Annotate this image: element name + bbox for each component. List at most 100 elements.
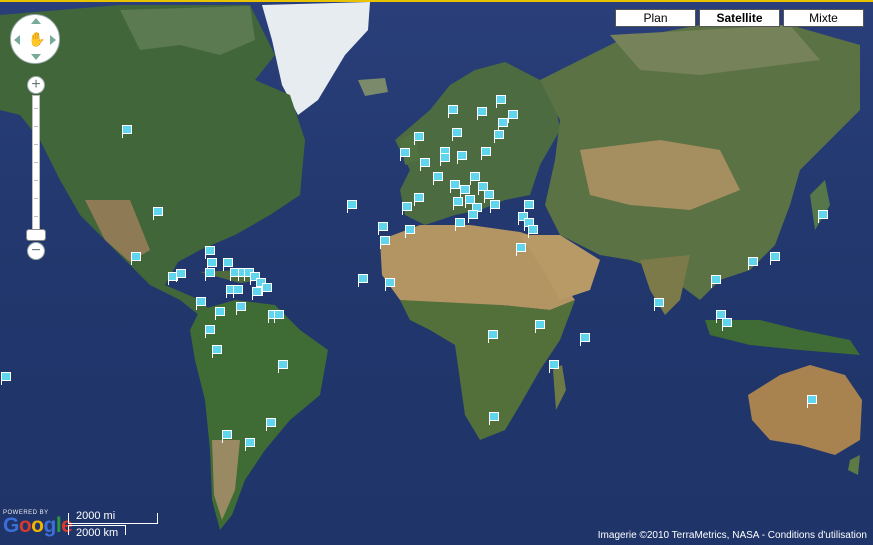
flag-marker-icon[interactable] (818, 210, 828, 223)
flag-cloth (275, 310, 284, 319)
flag-marker-icon[interactable] (358, 274, 368, 287)
flag-marker-icon[interactable] (266, 418, 276, 431)
zoom-tick (34, 180, 38, 181)
map-type-mixte-button[interactable]: Mixte (783, 9, 864, 27)
flag-marker-icon[interactable] (654, 298, 664, 311)
flag-marker-icon[interactable] (490, 200, 500, 213)
flag-marker-icon[interactable] (405, 225, 415, 238)
google-wordmark: Google (3, 515, 73, 536)
flag-cloth (381, 236, 390, 245)
flag-cloth (177, 269, 186, 278)
flag-cloth (489, 330, 498, 339)
flag-marker-icon[interactable] (580, 333, 590, 346)
flag-marker-icon[interactable] (196, 297, 206, 310)
zoom-tick (34, 198, 38, 199)
flag-cloth (550, 360, 559, 369)
flag-marker-icon[interactable] (440, 153, 450, 166)
flag-marker-icon[interactable] (153, 207, 163, 220)
new-zealand (848, 455, 860, 475)
flag-marker-icon[interactable] (252, 287, 262, 300)
zoom-out-button[interactable]: − (27, 242, 45, 260)
pan-right-icon[interactable] (50, 35, 56, 45)
flag-marker-icon[interactable] (481, 147, 491, 160)
flag-cloth (449, 105, 458, 114)
flag-marker-icon[interactable] (433, 172, 443, 185)
flag-marker-icon[interactable] (496, 95, 506, 108)
flag-marker-icon[interactable] (402, 202, 412, 215)
pan-left-icon[interactable] (14, 35, 20, 45)
flag-marker-icon[interactable] (400, 148, 410, 161)
flag-cloth (495, 130, 504, 139)
flag-marker-icon[interactable] (262, 283, 272, 296)
flag-marker-icon[interactable] (455, 218, 465, 231)
flag-cloth (461, 185, 470, 194)
flag-cloth (451, 180, 460, 189)
flag-marker-icon[interactable] (205, 268, 215, 281)
flag-marker-icon[interactable] (489, 412, 499, 425)
pan-up-icon[interactable] (31, 18, 41, 24)
google-logo[interactable]: POWERED BY Google (3, 510, 73, 536)
flag-marker-icon[interactable] (245, 438, 255, 451)
pan-control[interactable]: ✋ (10, 14, 60, 64)
flag-cloth (223, 430, 232, 439)
flag-marker-icon[interactable] (448, 105, 458, 118)
flag-marker-icon[interactable] (420, 158, 430, 171)
flag-marker-icon[interactable] (711, 275, 721, 288)
flag-cloth (581, 333, 590, 342)
flag-marker-icon[interactable] (1, 372, 11, 385)
flag-marker-icon[interactable] (414, 193, 424, 206)
flag-marker-icon[interactable] (453, 197, 463, 210)
flag-marker-icon[interactable] (131, 252, 141, 265)
flag-marker-icon[interactable] (770, 252, 780, 265)
flag-marker-icon[interactable] (176, 269, 186, 282)
flag-marker-icon[interactable] (508, 110, 518, 123)
flag-marker-icon[interactable] (516, 243, 526, 256)
pan-down-icon[interactable] (31, 54, 41, 60)
zoom-slider-thumb[interactable] (26, 229, 46, 241)
flag-cloth (267, 418, 276, 427)
flag-cloth (359, 274, 368, 283)
flag-marker-icon[interactable] (380, 236, 390, 249)
flag-marker-icon[interactable] (477, 107, 487, 120)
flag-marker-icon[interactable] (347, 200, 357, 213)
flag-marker-icon[interactable] (385, 278, 395, 291)
flag-cloth (123, 125, 132, 134)
zoom-in-button[interactable]: + (27, 76, 45, 94)
hand-pan-icon[interactable]: ✋ (28, 31, 45, 48)
australia (748, 365, 862, 455)
flag-marker-icon[interactable] (535, 320, 545, 333)
flag-marker-icon[interactable] (414, 132, 424, 145)
zoom-slider-track[interactable] (32, 95, 40, 240)
flag-marker-icon[interactable] (452, 128, 462, 141)
flag-marker-icon[interactable] (450, 180, 460, 193)
flag-marker-icon[interactable] (488, 330, 498, 343)
scale-km-label: 2000 km (76, 527, 119, 539)
flag-marker-icon[interactable] (468, 210, 478, 223)
map-type-satellite-button[interactable]: Satellite (699, 9, 780, 27)
flag-marker-icon[interactable] (212, 345, 222, 358)
flag-marker-icon[interactable] (494, 130, 504, 143)
flag-marker-icon[interactable] (528, 225, 538, 238)
satellite-map[interactable]: Plan Satellite Mixte ✋ + − POWERED BY Go… (0, 0, 873, 545)
flag-cloth (482, 147, 491, 156)
flag-marker-icon[interactable] (215, 307, 225, 320)
flag-marker-icon[interactable] (748, 257, 758, 270)
flag-marker-icon[interactable] (498, 118, 508, 131)
flag-marker-icon[interactable] (549, 360, 559, 373)
flag-marker-icon[interactable] (222, 430, 232, 443)
flag-cloth (499, 118, 508, 127)
flag-marker-icon[interactable] (122, 125, 132, 138)
flag-cloth (208, 258, 217, 267)
flag-marker-icon[interactable] (278, 360, 288, 373)
flag-marker-icon[interactable] (457, 151, 467, 164)
flag-marker-icon[interactable] (274, 310, 284, 323)
flag-marker-icon[interactable] (378, 222, 388, 235)
map-type-plan-button[interactable]: Plan (615, 9, 696, 27)
flag-marker-icon[interactable] (807, 395, 817, 408)
flag-marker-icon[interactable] (233, 285, 243, 298)
flag-marker-icon[interactable] (205, 325, 215, 338)
flag-cloth (197, 297, 206, 306)
flag-marker-icon[interactable] (236, 302, 246, 315)
flag-marker-icon[interactable] (722, 318, 732, 331)
attribution-text[interactable]: Imagerie ©2010 TerraMetrics, NASA - Cond… (598, 530, 867, 541)
